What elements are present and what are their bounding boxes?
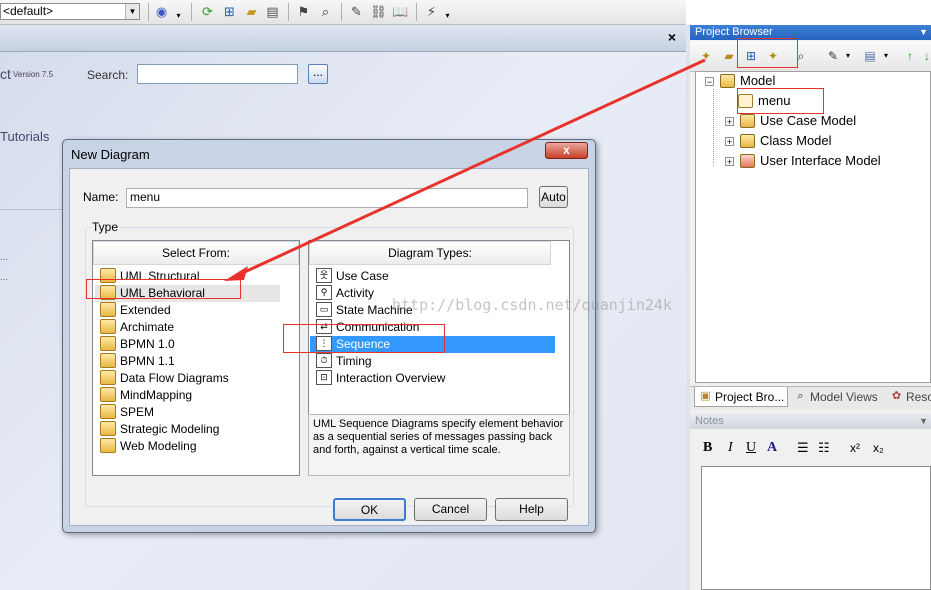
annotation-arrow <box>224 58 706 281</box>
arrow-line <box>235 58 706 278</box>
arrow-head <box>224 266 248 281</box>
